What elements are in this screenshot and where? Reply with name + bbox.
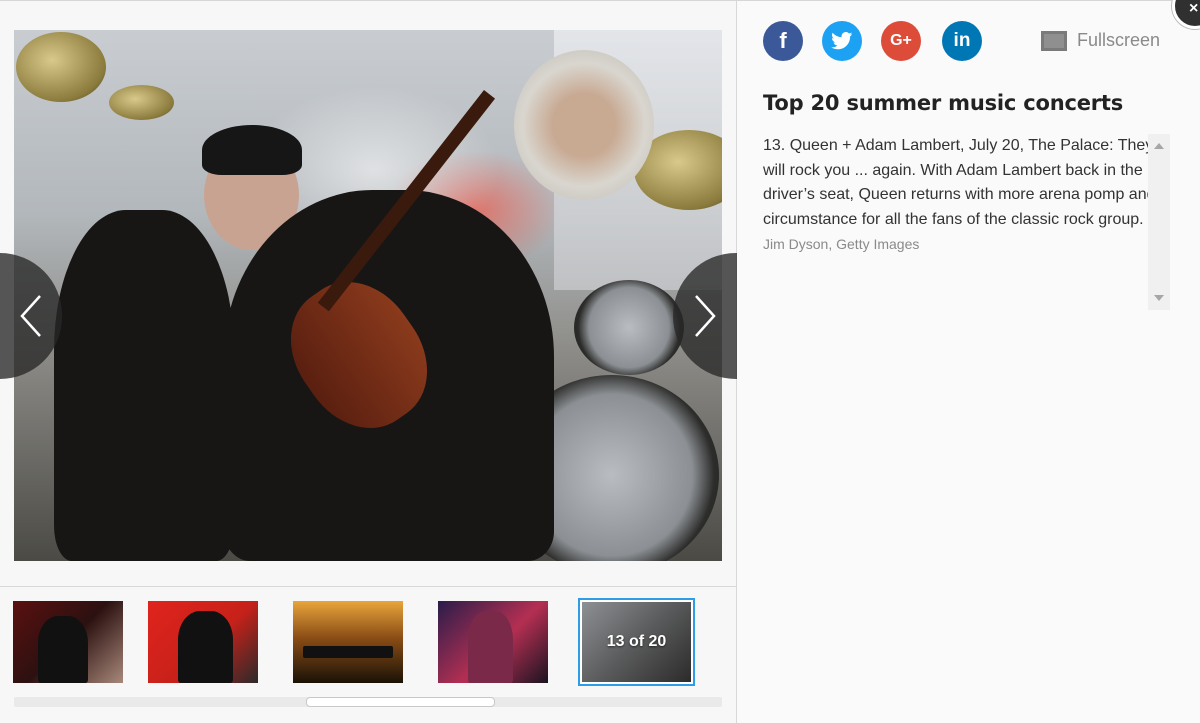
chevron-right-icon bbox=[695, 295, 716, 337]
fullscreen-label: Fullscreen bbox=[1077, 30, 1161, 50]
cymbal bbox=[16, 32, 106, 102]
thumbnail-active[interactable]: 13 of 20 bbox=[578, 598, 695, 686]
scroll-up-arrow-icon[interactable] bbox=[1154, 143, 1164, 149]
thumbnail-figure bbox=[468, 611, 513, 683]
divider bbox=[0, 586, 737, 587]
thumbnail[interactable] bbox=[438, 601, 548, 683]
facebook-icon: f bbox=[779, 28, 787, 53]
thumbnail-scrollbar[interactable] bbox=[14, 697, 722, 707]
thumbnail-image: 13 of 20 bbox=[582, 602, 691, 682]
gallery-modal: 13 of 20 f G+ in Fullscreen Top 20 summe… bbox=[0, 0, 1200, 723]
guitarist-head bbox=[514, 50, 654, 200]
main-photo bbox=[14, 30, 722, 561]
caption-body: 13. Queen + Adam Lambert, July 20, The P… bbox=[763, 137, 1156, 228]
googleplus-share-button[interactable]: G+ bbox=[881, 21, 921, 61]
tom-drum bbox=[574, 280, 684, 375]
info-panel: f G+ in Fullscreen Top 20 summer music c… bbox=[738, 1, 1200, 723]
caption-text: 13. Queen + Adam Lambert, July 20, The P… bbox=[763, 134, 1158, 258]
scrollbar-thumb[interactable] bbox=[306, 697, 495, 707]
thumbnail-figure bbox=[303, 646, 393, 658]
facebook-share-button[interactable]: f bbox=[763, 21, 803, 61]
linkedin-icon: in bbox=[953, 30, 971, 51]
twitter-share-button[interactable] bbox=[822, 21, 862, 61]
gallery-title: Top 20 summer music concerts bbox=[763, 91, 1124, 115]
thumbnail[interactable] bbox=[293, 601, 403, 683]
cymbal bbox=[109, 85, 174, 120]
close-icon: × bbox=[1189, 0, 1199, 17]
media-panel: 13 of 20 bbox=[0, 1, 737, 723]
fullscreen-button[interactable]: Fullscreen bbox=[1041, 30, 1160, 51]
chevron-left-icon bbox=[20, 295, 41, 337]
caption-scrollbar[interactable] bbox=[1148, 134, 1170, 310]
thumbnail[interactable] bbox=[13, 601, 123, 683]
slide-counter: 13 of 20 bbox=[606, 633, 667, 650]
thumbnail-figure bbox=[178, 611, 233, 683]
twitter-icon bbox=[831, 32, 853, 50]
singer-figure bbox=[54, 210, 234, 561]
thumbnail-figure bbox=[38, 616, 88, 683]
fullscreen-icon bbox=[1041, 30, 1067, 51]
photo-credit: Jim Dyson, Getty Images bbox=[763, 236, 920, 252]
thumbnail[interactable] bbox=[148, 601, 258, 683]
googleplus-icon: G+ bbox=[890, 32, 912, 49]
linkedin-share-button[interactable]: in bbox=[942, 21, 982, 61]
caption-box: 13. Queen + Adam Lambert, July 20, The P… bbox=[763, 134, 1158, 312]
scroll-down-arrow-icon[interactable] bbox=[1154, 295, 1164, 301]
singer-hair bbox=[202, 125, 302, 175]
